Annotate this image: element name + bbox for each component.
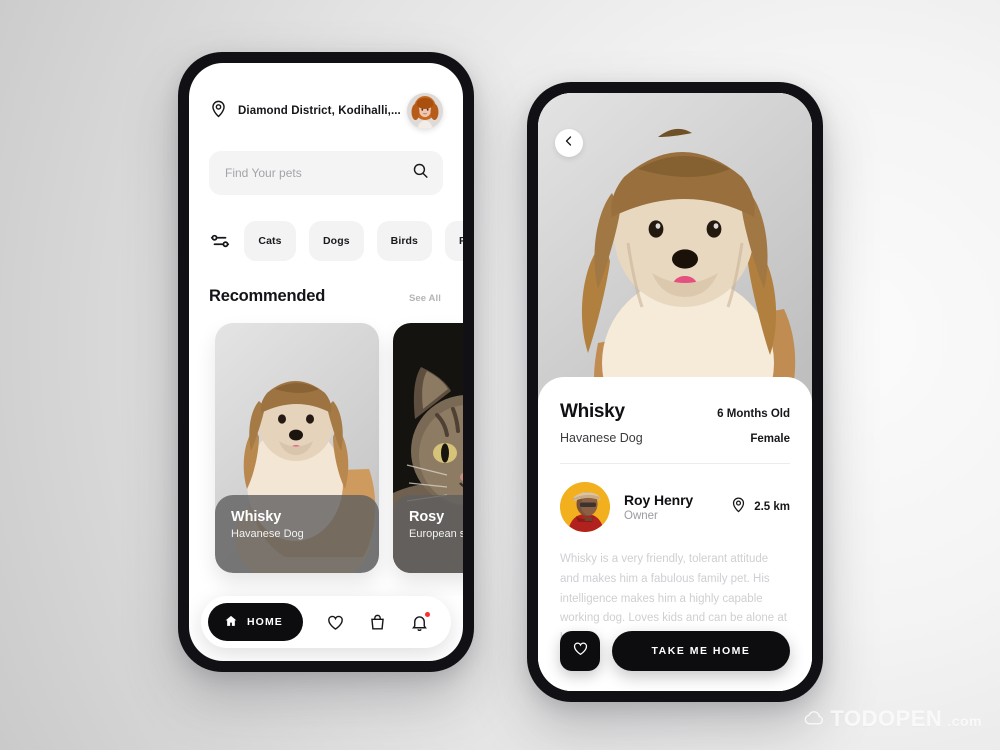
pet-breed: Havanese Dog: [560, 431, 643, 445]
location-pin-icon: [730, 496, 747, 518]
take-me-home-button[interactable]: TAKE ME HOME: [612, 631, 790, 671]
home-topbar: Diamond District, Kodihalli,...: [189, 63, 463, 129]
watermark-text: TODOPEN: [830, 706, 943, 731]
pet-card-whisky[interactable]: Whisky Havanese Dog: [215, 323, 379, 573]
chip-label: Birds: [390, 235, 418, 247]
recommended-carousel[interactable]: Whisky Havanese Dog Rosy European s: [189, 306, 463, 596]
tab-notifications[interactable]: [410, 611, 430, 632]
see-all-link[interactable]: See All: [409, 293, 441, 304]
search-bar[interactable]: Find Your pets: [209, 151, 443, 195]
pet-card-overlay: Rosy European shorthair: [393, 495, 463, 573]
pet-card-breed: Havanese Dog: [231, 528, 304, 540]
pet-name: Whisky: [560, 401, 625, 422]
category-chip-birds[interactable]: Birds: [376, 221, 432, 261]
sliders-filter-icon[interactable]: [209, 230, 231, 252]
notification-badge-dot: [425, 611, 430, 617]
owner-info: Roy Henry Owner: [624, 492, 716, 522]
location-label: Diamond District, Kodihalli,...: [238, 105, 401, 117]
heart-icon: [572, 640, 589, 662]
bottom-tabbar: HOME: [201, 596, 451, 648]
pet-card-overlay: Whisky Havanese Dog: [215, 495, 379, 573]
tab-bag[interactable]: [368, 613, 387, 632]
chip-label: Dogs: [323, 235, 350, 247]
category-chips: Cats Dogs Birds Rabbits: [189, 195, 463, 261]
home-screen: Diamond District, Kodihalli,... Find You…: [189, 63, 463, 661]
location-selector[interactable]: Diamond District, Kodihalli,...: [209, 99, 401, 123]
recommended-header: Recommended See All: [189, 261, 463, 306]
location-pin-icon: [209, 99, 228, 123]
watermark-suffix: .com: [947, 713, 982, 729]
pet-age: 6 Months Old: [717, 408, 790, 420]
tab-home[interactable]: HOME: [208, 603, 303, 641]
pet-detail-screen: Whisky 6 Months Old Havanese Dog Female: [538, 93, 812, 691]
tab-home-label: HOME: [247, 616, 283, 628]
search-icon[interactable]: [412, 162, 429, 184]
divider: [560, 463, 790, 464]
category-chip-rabbits[interactable]: Rabbits: [445, 221, 463, 261]
pet-sex: Female: [750, 433, 790, 445]
owner-role: Owner: [624, 510, 658, 522]
category-chip-cats[interactable]: Cats: [244, 221, 296, 261]
search-input[interactable]: Find Your pets: [225, 166, 302, 180]
pet-card-name: Rosy: [409, 509, 445, 525]
pet-card-breed: European shorthair: [409, 528, 463, 540]
distance-value: 2.5 km: [754, 501, 790, 513]
back-button[interactable]: [555, 129, 583, 157]
owner-name: Roy Henry: [624, 492, 694, 508]
page-title: Recommended: [209, 287, 326, 305]
user-avatar[interactable]: [407, 93, 443, 129]
pet-card-name: Whisky: [231, 509, 282, 525]
pet-name-row: Whisky 6 Months Old: [560, 401, 790, 423]
favorite-button[interactable]: [560, 631, 600, 671]
pet-breed-row: Havanese Dog Female: [560, 431, 790, 445]
owner-row[interactable]: Roy Henry Owner 2.5 km: [560, 482, 790, 532]
chip-label: Rabbits: [459, 235, 463, 247]
chevron-left-icon: [563, 134, 575, 152]
owner-avatar[interactable]: [560, 482, 610, 532]
pet-card-rosy[interactable]: Rosy European shorthair: [393, 323, 463, 573]
watermark: TODOPEN .com: [803, 706, 982, 732]
category-chip-dogs[interactable]: Dogs: [309, 221, 364, 261]
tab-favorites[interactable]: [326, 613, 345, 632]
watermark-cloud-icon: [803, 706, 825, 732]
distance-indicator: 2.5 km: [730, 496, 790, 518]
chip-label: Cats: [258, 235, 282, 247]
phone-detail-mockup: Whisky 6 Months Old Havanese Dog Female: [527, 82, 823, 702]
pet-info-sheet: Whisky 6 Months Old Havanese Dog Female: [538, 377, 812, 691]
cta-label: TAKE ME HOME: [651, 645, 751, 657]
home-icon: [224, 614, 238, 631]
phone-home-mockup: Diamond District, Kodihalli,... Find You…: [178, 52, 474, 672]
detail-actions: TAKE ME HOME: [560, 631, 790, 671]
